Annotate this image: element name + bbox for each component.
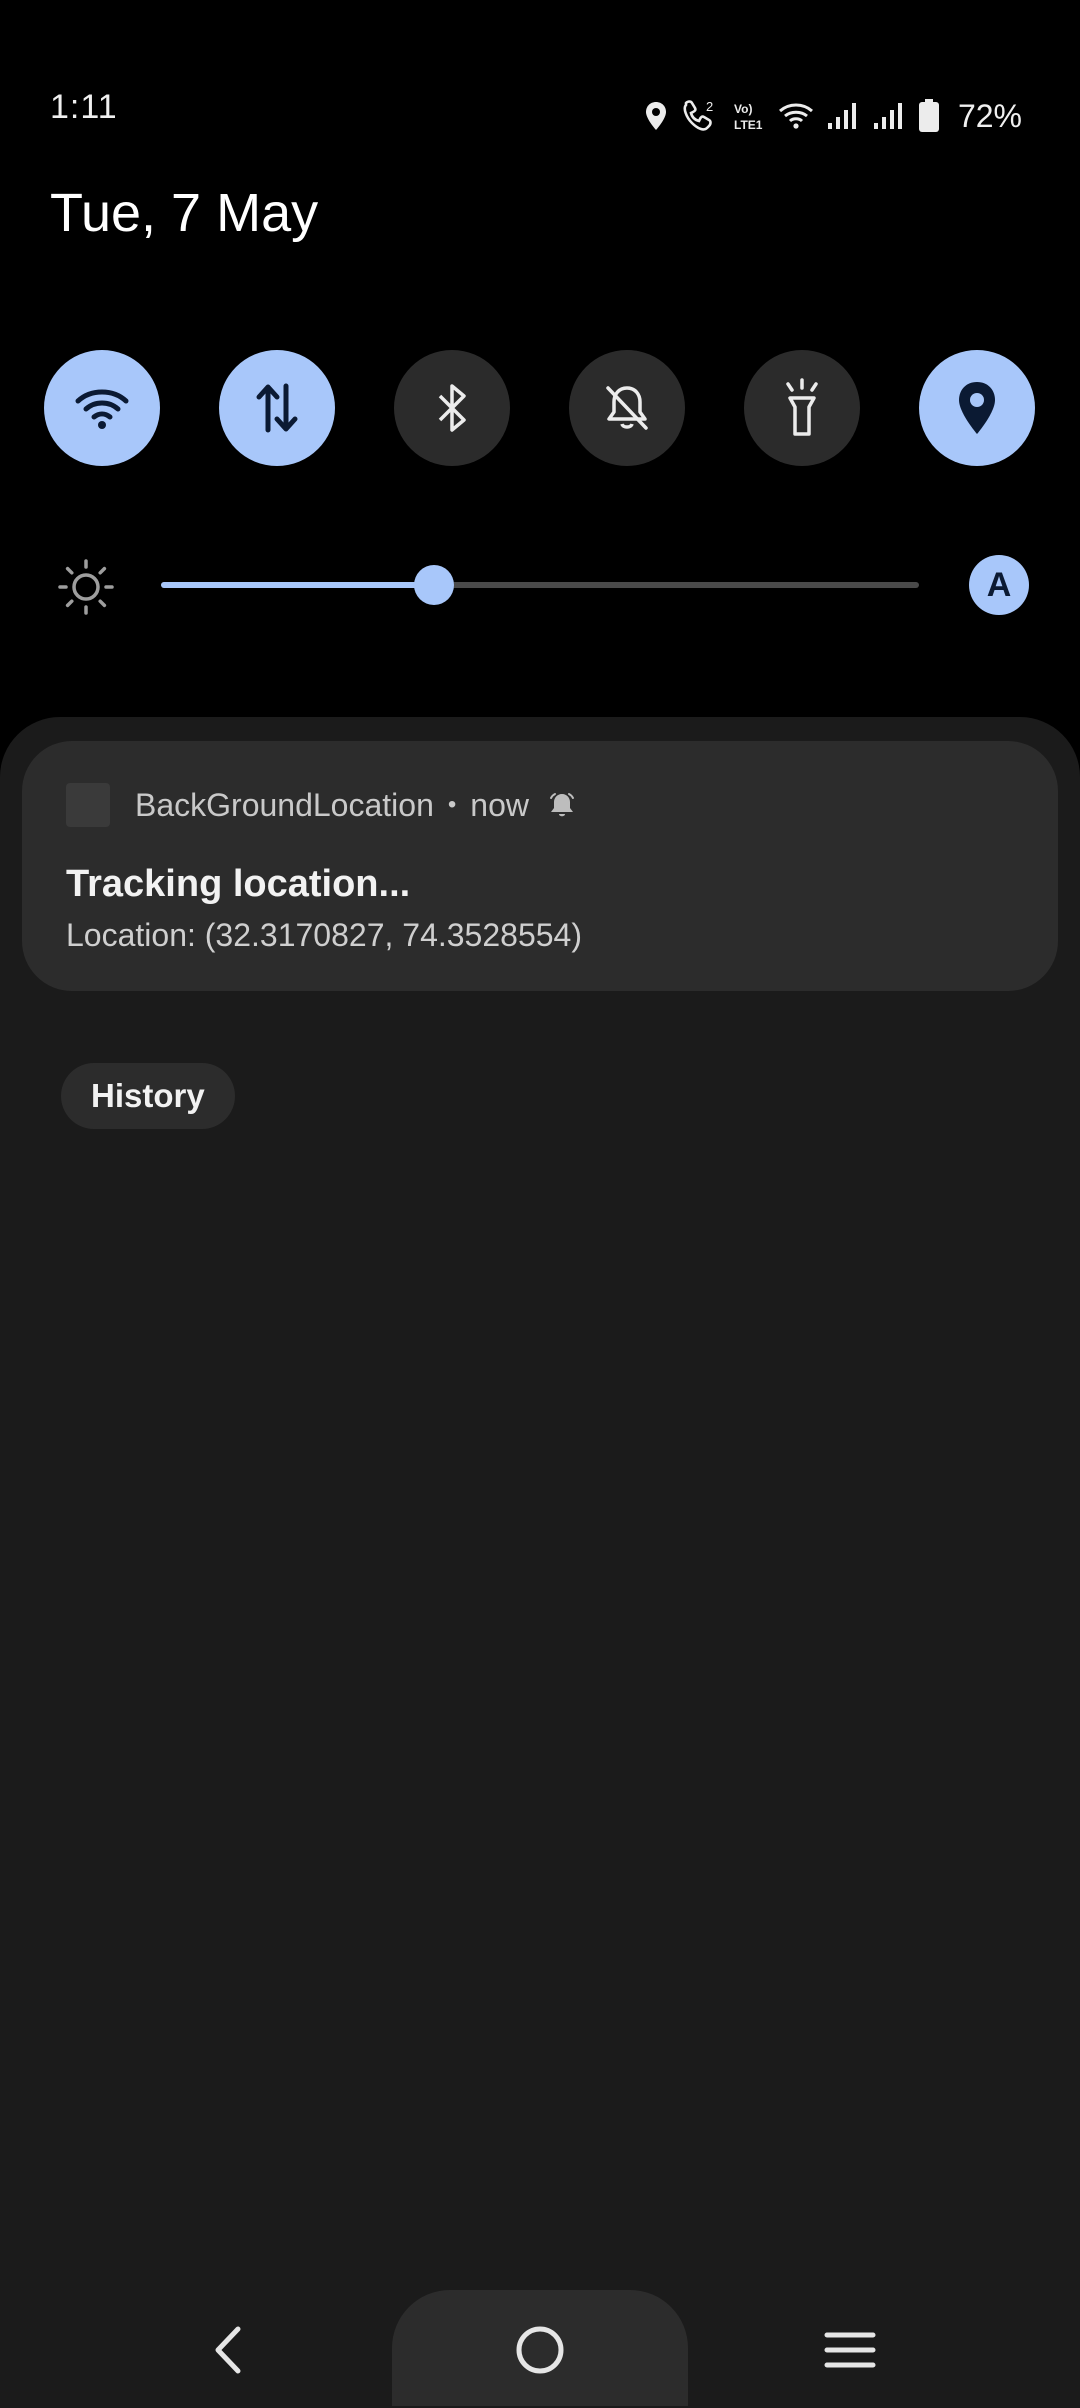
notification-separator: •: [447, 791, 457, 818]
brightness-control: A: [0, 545, 1080, 625]
notification-title: Tracking location...: [66, 863, 411, 905]
date-label: Tue, 7 May: [50, 183, 319, 243]
app-icon: [66, 783, 110, 827]
flashlight-icon: [786, 378, 818, 436]
battery-percent: 72%: [957, 97, 1022, 134]
flashlight-toggle[interactable]: [744, 350, 860, 466]
home-button[interactable]: [500, 2310, 580, 2390]
notification-app-name: BackGroundLocation: [135, 786, 434, 823]
location-toggle[interactable]: [919, 350, 1035, 466]
wifi-icon: [75, 389, 129, 429]
wifi-toggle[interactable]: [44, 350, 160, 466]
alert-bell-icon: [547, 790, 577, 820]
recents-icon: [824, 2332, 876, 2368]
wifi-calling-icon: 2: [680, 99, 720, 133]
bell-off-icon: [606, 386, 648, 430]
svg-text:LTE1: LTE1: [734, 118, 763, 132]
signal-sim2-icon: [872, 101, 906, 131]
sound-mute-toggle[interactable]: [569, 350, 685, 466]
volte-icon: Vo) LTE1: [732, 99, 766, 133]
notification-header: BackGroundLocation • now: [135, 783, 577, 827]
back-icon: [215, 2326, 241, 2374]
auto-brightness-button[interactable]: A: [969, 555, 1029, 615]
brightness-slider-thumb[interactable]: [413, 565, 454, 605]
brightness-sun-icon: [56, 557, 116, 622]
notification-card[interactable]: BackGroundLocation • now Tracking locati…: [22, 741, 1058, 991]
signal-sim1-icon: [826, 101, 860, 131]
status-time: 1:11: [50, 88, 118, 126]
wifi-icon: [778, 101, 814, 131]
status-icons: 2 Vo) LTE1 72%: [644, 96, 1022, 136]
bluetooth-toggle[interactable]: [394, 350, 510, 466]
call-sim-number: 2: [706, 99, 713, 114]
back-button[interactable]: [188, 2310, 268, 2390]
brightness-slider-fill: [161, 582, 434, 588]
notification-panel: BackGroundLocation • now Tracking locati…: [0, 717, 1080, 2408]
location-pin-icon: [959, 382, 995, 434]
quick-toggles: [44, 350, 1036, 466]
mobile-data-toggle[interactable]: [219, 350, 335, 466]
brightness-slider[interactable]: [161, 565, 919, 605]
notification-text: Location: (32.3170827, 74.3528554): [66, 917, 582, 953]
location-icon: [644, 101, 668, 131]
navigation-bar: [0, 2290, 1080, 2408]
notification-time: now: [470, 786, 529, 823]
bluetooth-icon: [438, 384, 466, 432]
recents-button[interactable]: [810, 2310, 890, 2390]
svg-text:Vo): Vo): [734, 102, 752, 116]
home-icon: [516, 2326, 564, 2374]
history-button[interactable]: History: [61, 1063, 235, 1129]
data-arrows-icon: [256, 383, 298, 433]
battery-icon: [918, 99, 940, 133]
notification-shade: 1:11 2 Vo) LTE1 72% Tue, 7 May A BackGro…: [0, 0, 1080, 2408]
